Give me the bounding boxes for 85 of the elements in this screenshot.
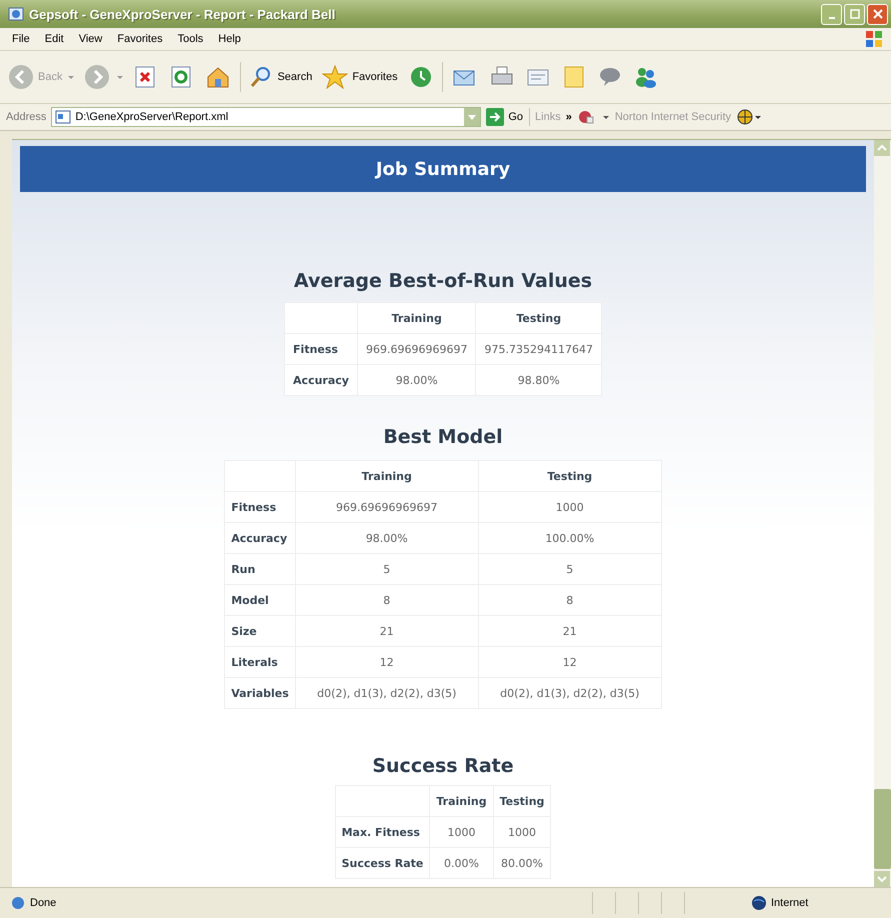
- table-cell: 12: [295, 646, 478, 678]
- note-icon[interactable]: [562, 65, 586, 89]
- row-header: Size: [224, 616, 296, 646]
- scroll-down-icon[interactable]: [874, 871, 890, 887]
- scroll-bar[interactable]: [874, 140, 891, 887]
- table-cell: 98.00%: [295, 522, 478, 554]
- column-header: Training: [430, 786, 494, 816]
- menu-item[interactable]: Favorites: [111, 33, 172, 45]
- minimize-button[interactable]: [821, 4, 842, 24]
- section-heading: Best Model: [383, 426, 503, 448]
- chevron-button[interactable]: »: [566, 111, 572, 123]
- table-cell: 98.00%: [357, 364, 476, 396]
- maximize-icon: [850, 9, 860, 19]
- status-text: Done: [30, 897, 56, 909]
- globe-icon: [751, 895, 767, 911]
- minimize-icon: [828, 17, 834, 19]
- address-label: Address: [6, 111, 46, 123]
- scroll-thumb[interactable]: [874, 789, 891, 869]
- history-icon[interactable]: [408, 65, 433, 89]
- row-header: Variables: [224, 678, 296, 708]
- column-header: Testing: [493, 786, 551, 816]
- dropdown-icon[interactable]: [464, 108, 480, 126]
- row-header: Fitness: [224, 492, 296, 522]
- windows-logo-icon: [863, 29, 885, 49]
- home-icon[interactable]: [205, 65, 232, 89]
- column-header: Testing: [478, 460, 662, 492]
- table-cell: 5: [295, 554, 478, 584]
- search-button[interactable]: Search: [247, 63, 314, 91]
- menu-item[interactable]: Edit: [38, 33, 73, 45]
- menu-item[interactable]: Help: [212, 33, 250, 45]
- row-header: Max. Fitness: [335, 816, 430, 848]
- speech-bubble-icon[interactable]: [598, 65, 622, 89]
- table-cell: 0.00%: [430, 848, 494, 878]
- table-cell: 8: [478, 584, 662, 616]
- table-cell: 1000: [430, 816, 494, 848]
- favorites-button[interactable]: Favorites: [320, 63, 400, 91]
- scroll-up-icon[interactable]: [874, 140, 890, 156]
- table-cell: 969.69696969697: [295, 492, 478, 522]
- row-header: Fitness: [284, 334, 358, 364]
- table-cell: 1000: [493, 816, 551, 848]
- menu-item[interactable]: File: [6, 33, 39, 45]
- table-cell: 5: [478, 554, 662, 584]
- table-cell: 98.80%: [476, 364, 602, 396]
- table-cell: 8: [295, 584, 478, 616]
- table-cell: 21: [295, 616, 478, 646]
- close-icon: [872, 9, 882, 19]
- globe-icon[interactable]: [736, 108, 762, 126]
- column-header: Training: [295, 460, 478, 492]
- people-icon[interactable]: [634, 65, 658, 89]
- row-header: Run: [224, 554, 296, 584]
- table-cell: d0(2), d1(3), d2(2), d3(5): [478, 678, 662, 708]
- row-header: Literals: [224, 646, 296, 678]
- stop-icon[interactable]: [133, 65, 158, 89]
- row-header: Accuracy: [284, 364, 358, 396]
- table-cell: 975.735294117647: [476, 334, 602, 364]
- row-header: Model: [224, 584, 296, 616]
- star-icon: [322, 65, 348, 89]
- close-button[interactable]: [867, 4, 888, 24]
- window-title: Gepsoft - GeneXproServer - Report - Packard Bell: [29, 6, 336, 22]
- table-cell: 80.00%: [493, 848, 551, 878]
- zone-label: Internet: [771, 897, 810, 909]
- menu-item[interactable]: Tools: [172, 33, 212, 45]
- column-header: Testing: [476, 302, 602, 334]
- address-field[interactable]: D:\GeneXproServer\Report.xml: [51, 107, 482, 127]
- section-heading: Average Best-of-Run Values: [294, 270, 592, 292]
- forward-icon[interactable]: [84, 64, 110, 90]
- caret-icon[interactable]: [602, 113, 610, 121]
- table-cell: 969.69696969697: [357, 334, 476, 364]
- section-heading: Success Rate: [372, 755, 514, 777]
- page-heading: Job Summary: [376, 158, 510, 180]
- table-cell: 21: [478, 616, 662, 646]
- browser-icon: [8, 6, 24, 22]
- go-button[interactable]: Go: [486, 108, 530, 126]
- menu-item[interactable]: View: [72, 33, 112, 45]
- table-cell: 1000: [478, 492, 662, 522]
- table-cell: 100.00%: [478, 522, 662, 554]
- table-cell: 12: [478, 646, 662, 678]
- page-icon: [55, 109, 72, 125]
- row-header: Accuracy: [224, 522, 296, 554]
- refresh-icon[interactable]: [169, 65, 194, 89]
- maximize-button[interactable]: [844, 4, 865, 24]
- table-cell: d0(2), d1(3), d2(2), d3(5): [295, 678, 478, 708]
- row-header: Success Rate: [335, 848, 430, 878]
- page-icon: [10, 895, 26, 911]
- column-header: Training: [357, 302, 476, 334]
